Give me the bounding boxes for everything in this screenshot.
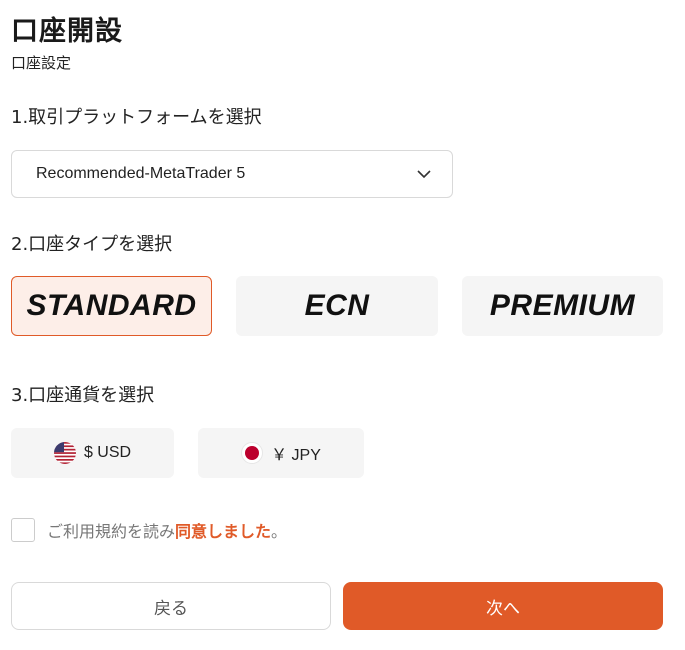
account-type-premium-label: PREMIUM (489, 289, 636, 322)
terms-suffix: 。 (271, 522, 288, 541)
currency-section-label: 3.口座通貨を選択 (11, 385, 155, 406)
platform-select-value: Recommended-MetaTrader 5 (36, 165, 246, 182)
account-type-standard-label: STANDARD (26, 289, 197, 322)
page-subtitle: 口座設定 (11, 54, 72, 72)
currency-usd-label: $ USD (83, 444, 132, 461)
next-button[interactable]: 次へ (343, 582, 663, 630)
jp-flag-icon (241, 442, 264, 464)
account-type-standard[interactable]: STANDARD (11, 276, 212, 336)
terms-agree-link[interactable]: 同意しました (175, 518, 271, 542)
account-type-ecn[interactable]: ECN (236, 276, 438, 336)
currency-jpy-label: ￥ JPY (271, 447, 321, 464)
chevron-down-icon (417, 170, 431, 179)
page-title: 口座開設 (11, 16, 123, 47)
platform-section-label: 1.取引プラットフォームを選択 (11, 107, 262, 128)
back-button[interactable]: 戻る (11, 582, 331, 630)
terms-checkbox[interactable] (11, 518, 35, 542)
currency-usd[interactable]: $ USD (11, 428, 174, 478)
account-type-ecn-label: ECN (304, 289, 370, 322)
terms-text: ご利用規約を読み (47, 522, 176, 541)
terms-agreement: ご利用規約を読み 同意しました 。 (11, 518, 287, 542)
us-flag-icon (53, 442, 76, 464)
platform-select[interactable]: Recommended-MetaTrader 5 (11, 150, 453, 198)
account-type-premium[interactable]: PREMIUM (462, 276, 663, 336)
currency-jpy[interactable]: ￥ JPY (198, 428, 364, 478)
account-type-section-label: 2.口座タイプを選択 (11, 234, 173, 255)
